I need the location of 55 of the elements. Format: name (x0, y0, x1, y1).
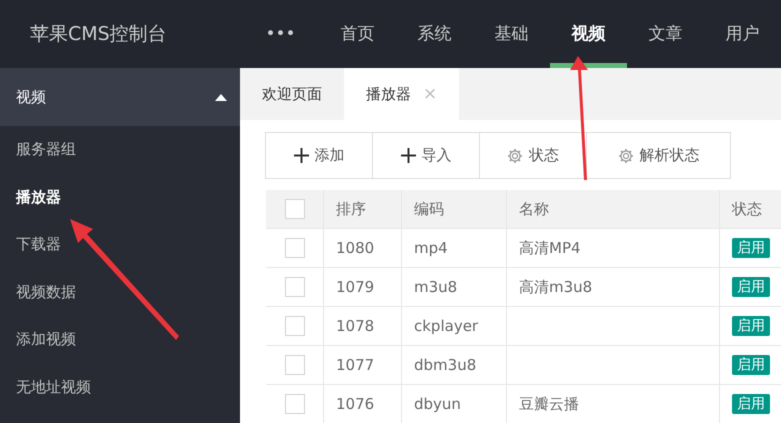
table-cell: mp4 (402, 229, 507, 267)
plus-icon (294, 148, 308, 163)
table-cell: ckplayer (402, 307, 507, 345)
status-badge: 启用 (732, 355, 770, 375)
toolbar-button[interactable]: 解析状态 (586, 132, 731, 179)
column-header: 状态 (730, 198, 763, 220)
table-cell: 1080 (324, 229, 402, 267)
row-checkbox[interactable] (284, 394, 304, 414)
gear-icon (618, 148, 634, 164)
nav-item[interactable]: 首页 (319, 0, 396, 68)
sidebar-item[interactable]: 播放器 (0, 174, 240, 221)
row-checkbox[interactable] (284, 277, 304, 297)
status-badge: 启用 (732, 238, 770, 258)
nav-item[interactable]: 系统 (396, 0, 473, 68)
table-cell: dbm3u8 (402, 346, 507, 384)
row-checkbox[interactable] (284, 355, 304, 375)
tab-label: 播放器 (366, 84, 411, 104)
table-cell: 1079 (324, 268, 402, 306)
nav-item[interactable]: 用户 (704, 0, 781, 68)
page-tab[interactable]: 播放器 × (344, 68, 460, 120)
caret-icon (215, 94, 227, 100)
select-all-checkbox[interactable] (284, 199, 304, 219)
row-checkbox[interactable] (284, 238, 304, 258)
table-cell: 高清m3u8 (519, 278, 592, 296)
sidebar-item[interactable]: 视频数据 (0, 268, 240, 316)
toolbar-button[interactable]: 导入 (372, 132, 480, 179)
sidebar-item[interactable]: 添加视频 (0, 316, 240, 364)
sidebar-group-header[interactable]: 视频 (0, 68, 240, 126)
page-tab[interactable]: 欢迎页面 (240, 68, 344, 120)
nav-item[interactable]: 文章 (627, 0, 704, 68)
table-cell: 高清MP4 (519, 238, 581, 258)
toolbar-button[interactable]: 状态 (479, 132, 587, 179)
app-logo-title: 苹果CMS控制台 (29, 22, 168, 47)
nav-item[interactable]: 基础 (473, 0, 550, 68)
column-header: 编码 (402, 190, 507, 228)
toolbar-button[interactable]: 添加 (265, 132, 373, 179)
table-cell: 1077 (324, 346, 402, 384)
status-badge: 启用 (732, 394, 770, 414)
nav-item[interactable]: ••• (242, 0, 319, 68)
table-cell: m3u8 (402, 268, 507, 306)
sidebar-item[interactable]: 服务器组 (0, 126, 240, 174)
column-header: 名称 (507, 190, 720, 228)
table-cell: 1076 (324, 385, 402, 423)
table-cell: dbyun (402, 385, 507, 423)
column-header: 排序 (324, 190, 402, 228)
table-cell: 1078 (324, 307, 402, 345)
gear-icon (507, 148, 523, 164)
sidebar-item[interactable]: 下载器 (0, 221, 240, 268)
row-checkbox[interactable] (284, 316, 304, 336)
sidebar-item[interactable]: 无地址视频 (0, 364, 240, 411)
plus-icon (400, 148, 416, 163)
tab-label: 欢迎页面 (262, 84, 322, 104)
status-badge: 启用 (732, 277, 770, 297)
status-badge: 启用 (732, 316, 770, 336)
table-cell: 豆瓣云播 (519, 394, 579, 414)
